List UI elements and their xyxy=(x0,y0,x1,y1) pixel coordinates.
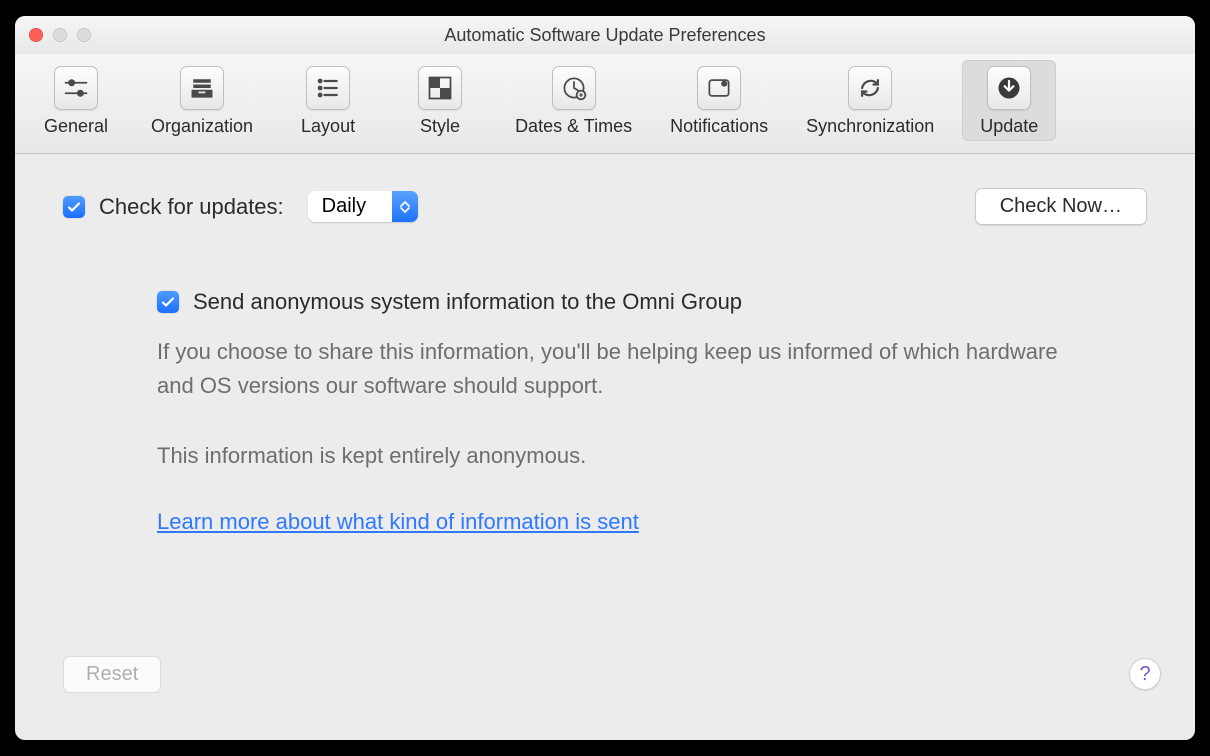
check-updates-row: Check for updates: Daily Check Now… xyxy=(63,188,1147,225)
tab-label: Organization xyxy=(151,116,253,137)
tab-dates-times[interactable]: Dates & Times xyxy=(505,60,642,141)
clock-icon xyxy=(552,66,596,110)
tab-synchronization[interactable]: Synchronization xyxy=(796,60,944,141)
anonymous-description: If you choose to share this information,… xyxy=(157,335,1097,403)
traffic-lights xyxy=(29,28,91,42)
check-now-button[interactable]: Check Now… xyxy=(975,188,1147,225)
tab-update[interactable]: Update xyxy=(962,60,1056,141)
sync-icon xyxy=(848,66,892,110)
frequency-value: Daily xyxy=(308,191,392,222)
frequency-select[interactable]: Daily xyxy=(308,191,418,222)
tab-label: Synchronization xyxy=(806,116,934,137)
list-icon xyxy=(306,66,350,110)
reset-button[interactable]: Reset xyxy=(63,656,161,693)
tab-label: Dates & Times xyxy=(515,116,632,137)
tab-label: Notifications xyxy=(670,116,768,137)
drawer-icon xyxy=(180,66,224,110)
stepper-arrows-icon xyxy=(392,191,418,222)
preferences-window: Automatic Software Update Preferences Ge… xyxy=(15,16,1195,740)
minimize-window-button[interactable] xyxy=(53,28,67,42)
notification-icon xyxy=(697,66,741,110)
anonymous-note: This information is kept entirely anonym… xyxy=(157,443,1097,469)
tab-organization[interactable]: Organization xyxy=(141,60,263,141)
download-icon xyxy=(987,66,1031,110)
footer: Reset ? xyxy=(15,634,1195,740)
window-title: Automatic Software Update Preferences xyxy=(444,25,765,46)
sliders-icon xyxy=(54,66,98,110)
send-anonymous-label: Send anonymous system information to the… xyxy=(193,289,742,315)
tab-general[interactable]: General xyxy=(29,60,123,141)
tab-label: Style xyxy=(420,116,460,137)
check-updates-label: Check for updates: xyxy=(99,194,284,220)
checkerboard-icon xyxy=(418,66,462,110)
titlebar: Automatic Software Update Preferences xyxy=(15,16,1195,54)
tab-label: Layout xyxy=(301,116,355,137)
check-updates-checkbox[interactable] xyxy=(63,196,85,218)
send-anonymous-checkbox[interactable] xyxy=(157,291,179,313)
zoom-window-button[interactable] xyxy=(77,28,91,42)
prefs-toolbar: General Organization xyxy=(15,54,1195,154)
close-window-button[interactable] xyxy=(29,28,43,42)
tab-label: General xyxy=(44,116,108,137)
anonymous-section: Send anonymous system information to the… xyxy=(157,289,1097,535)
tab-layout[interactable]: Layout xyxy=(281,60,375,141)
tab-label: Update xyxy=(980,116,1038,137)
toolbar-items: General Organization xyxy=(29,60,1056,141)
tab-notifications[interactable]: Notifications xyxy=(660,60,778,141)
learn-more-link[interactable]: Learn more about what kind of informatio… xyxy=(157,509,639,535)
tab-style[interactable]: Style xyxy=(393,60,487,141)
help-button[interactable]: ? xyxy=(1129,658,1161,690)
